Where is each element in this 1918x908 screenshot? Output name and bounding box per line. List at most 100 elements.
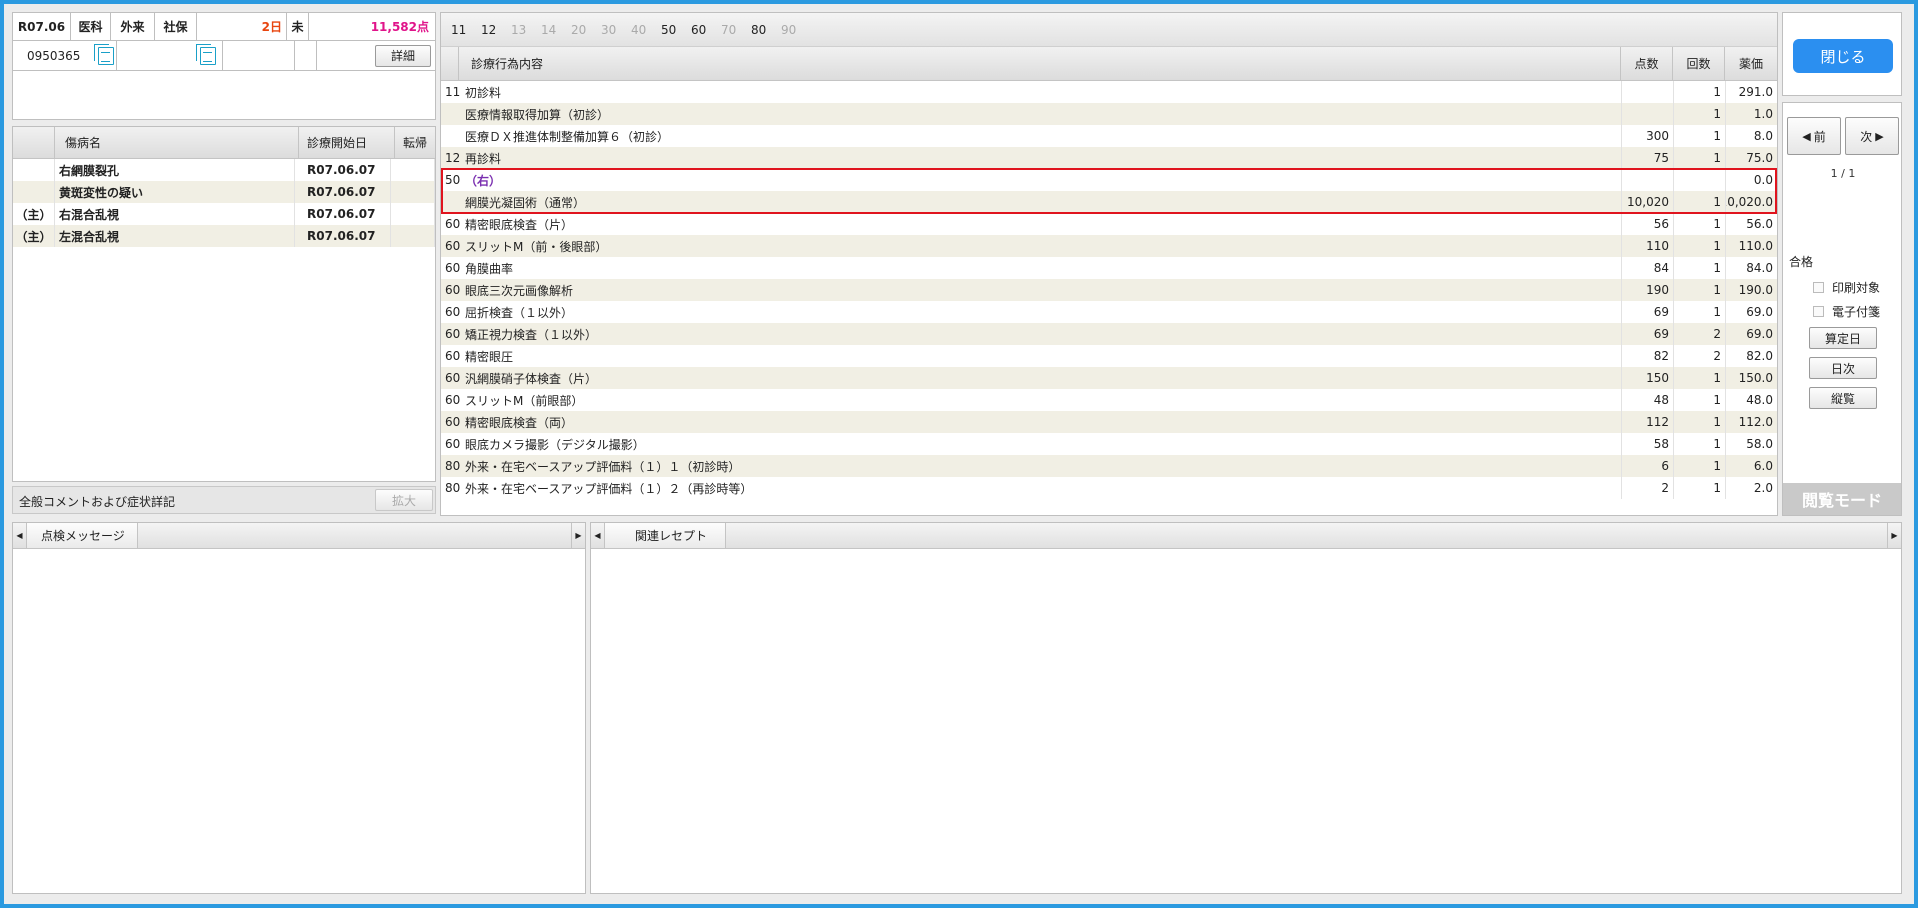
header-treatment-content[interactable]: 診療行為内容 [459,47,1621,80]
treatment-row[interactable]: 60 スリットM（前眼部） 48 1 48.0 [441,389,1777,411]
treatment-price: 8.0 [1725,125,1777,147]
header-start-date[interactable]: 診療開始日 [299,127,395,158]
treatment-count: 1 [1673,213,1725,235]
treatment-row[interactable]: 60 角膜曲率 84 1 84.0 [441,257,1777,279]
treatment-count: 2 [1673,345,1725,367]
treatment-code: 80 [445,481,461,495]
summary-row-2: 0950365 詳細 [13,41,435,71]
treatment-row[interactable]: 医療ＤＸ推進体制整備加算６（初診） 300 1 8.0 [441,125,1777,147]
header-code [441,47,459,80]
insurance-type: 社保 [155,13,197,40]
next-button[interactable]: 次 ▶ [1845,117,1899,155]
treatment-row[interactable]: 50 （右） 0.0 [441,169,1777,191]
detail-button[interactable]: 詳細 [375,44,431,67]
disease-row[interactable]: （主） 右混合乱視 R07.06.07 [13,203,435,225]
disease-row[interactable]: 右網膜裂孔 R07.06.07 [13,159,435,181]
treatment-price: 48.0 [1725,389,1777,411]
treatment-price: 190.0 [1725,279,1777,301]
treatment-count [1673,169,1725,191]
daily-button[interactable]: 日次 [1809,357,1877,379]
category-tab[interactable]: 11 [451,23,481,37]
total-points: 11,582点 [370,20,429,34]
category-tab[interactable]: 50 [661,23,691,37]
treatment-row[interactable]: 60 汎網膜硝子体検査（片） 150 1 150.0 [441,367,1777,389]
header-points[interactable]: 点数 [1621,47,1673,80]
primary-mark: （主） [13,225,55,247]
eye-icon: ◀ [1802,129,1811,143]
treatment-row[interactable]: 80 外来・在宅ベースアップ評価料（１）２（再診時等） 2 1 2.0 [441,477,1777,499]
treatment-row[interactable]: 60 眼底カメラ撮影（デジタル撮影） 58 1 58.0 [441,433,1777,455]
treatment-row[interactable]: 60 精密眼圧 82 2 82.0 [441,345,1777,367]
disease-name: 黄斑変性の疑い [55,181,295,203]
header-price[interactable]: 薬価 [1725,47,1777,80]
scroll-left-icon[interactable]: ◀ [13,523,27,548]
copy-document-icon[interactable] [196,43,216,65]
expand-button[interactable]: 拡大 [375,489,433,511]
treatment-row[interactable]: 60 矯正視力検査（１以外） 69 2 69.0 [441,323,1777,345]
treatment-row[interactable]: 80 外来・在宅ベースアップ評価料（１）１（初診時） 6 1 6.0 [441,455,1777,477]
disease-name: 右混合乱視 [55,203,295,225]
treatment-count: 1 [1673,367,1725,389]
treatment-row[interactable]: 医療情報取得加算（初診） 1 1.0 [441,103,1777,125]
prev-button[interactable]: ◀ 前 [1787,117,1841,155]
category-tab[interactable]: 12 [481,23,511,37]
print-target-checkbox[interactable]: 印刷対象 [1813,279,1880,296]
header-count[interactable]: 回数 [1673,47,1725,80]
treatment-row[interactable]: 60 屈折検査（１以外） 69 1 69.0 [441,301,1777,323]
treatment-code: 80 [445,459,461,473]
next-label: 次 [1860,129,1873,144]
treatment-row[interactable]: 12 再診料 75 1 75.0 [441,147,1777,169]
treatment-count: 1 [1673,389,1725,411]
tab-check-message[interactable]: 点検メッセージ [27,523,138,548]
prev-label: 前 [1813,129,1826,144]
e-tag-label: 電子付箋 [1832,305,1881,319]
treatment-row[interactable]: 網膜光凝固術（通常） 10,020110,020.0 [441,191,1777,213]
vertical-review-button[interactable]: 縦覧 [1809,387,1877,409]
treatment-count: 1 [1673,125,1725,147]
eye-icon: ▶ [1875,129,1884,143]
tab-related-receipt[interactable]: 関連レセプト [605,523,727,548]
treatment-row[interactable]: 11 初診料 1 291.0 [441,81,1777,103]
disease-row[interactable]: （主） 左混合乱視 R07.06.07 [13,225,435,247]
category-tab[interactable]: 80 [751,23,781,37]
category-tab: 30 [601,22,617,37]
treatment-name: 外来・在宅ベースアップ評価料（１）１（初診時） [465,459,741,474]
treatment-code: 60 [445,261,461,275]
scroll-right-icon[interactable]: ▶ [1887,523,1901,548]
treatment-header: 診療行為内容 点数 回数 薬価 [441,47,1777,81]
close-button[interactable]: 閉じる [1793,39,1893,73]
treatment-code: 60 [445,371,461,385]
patient-id: 0950365 [27,48,81,63]
treatment-points: 82 [1621,345,1673,367]
header-outcome[interactable]: 転帰 [395,127,435,158]
checkbox-box[interactable] [1813,282,1824,293]
treatment-row[interactable]: 60 精密眼底検査（両） 112 1 112.0 [441,411,1777,433]
disease-list-header: 傷病名 診療開始日 転帰 [13,127,435,159]
scroll-left-icon[interactable]: ◀ [591,523,605,548]
treatment-code: 60 [445,349,461,363]
e-tag-checkbox[interactable]: 電子付箋 [1813,303,1880,320]
treatment-points: 112 [1621,411,1673,433]
outcome [391,181,435,203]
treatment-row[interactable]: 60 精密眼底検査（片） 56 1 56.0 [441,213,1777,235]
treatment-price: 69.0 [1725,301,1777,323]
header-disease-name[interactable]: 傷病名 [55,127,299,158]
treatment-price: 84.0 [1725,257,1777,279]
scroll-right-icon[interactable]: ▶ [571,523,585,548]
outcome [391,159,435,181]
category-tab[interactable]: 60 [691,23,721,37]
treatment-count: 1 [1673,279,1725,301]
disease-row[interactable]: 黄斑変性の疑い R07.06.07 [13,181,435,203]
treatment-row[interactable]: 60 眼底三次元画像解析 190 1 190.0 [441,279,1777,301]
related-tab-bar: ◀ 関連レセプト ▶ [591,523,1901,549]
copy-document-icon[interactable] [94,43,115,65]
checkbox-box[interactable] [1813,306,1824,317]
treatment-points: 84 [1621,257,1673,279]
treatment-price: 69.0 [1725,323,1777,345]
calc-date-button[interactable]: 算定日 [1809,327,1877,349]
treatment-row[interactable]: 60 スリットM（前・後眼部） 110 1 110.0 [441,235,1777,257]
treatment-price: 1.0 [1725,103,1777,125]
category-tab: 14 [541,22,557,37]
start-date: R07.06.07 [295,159,391,181]
treatment-code: 60 [445,239,461,253]
